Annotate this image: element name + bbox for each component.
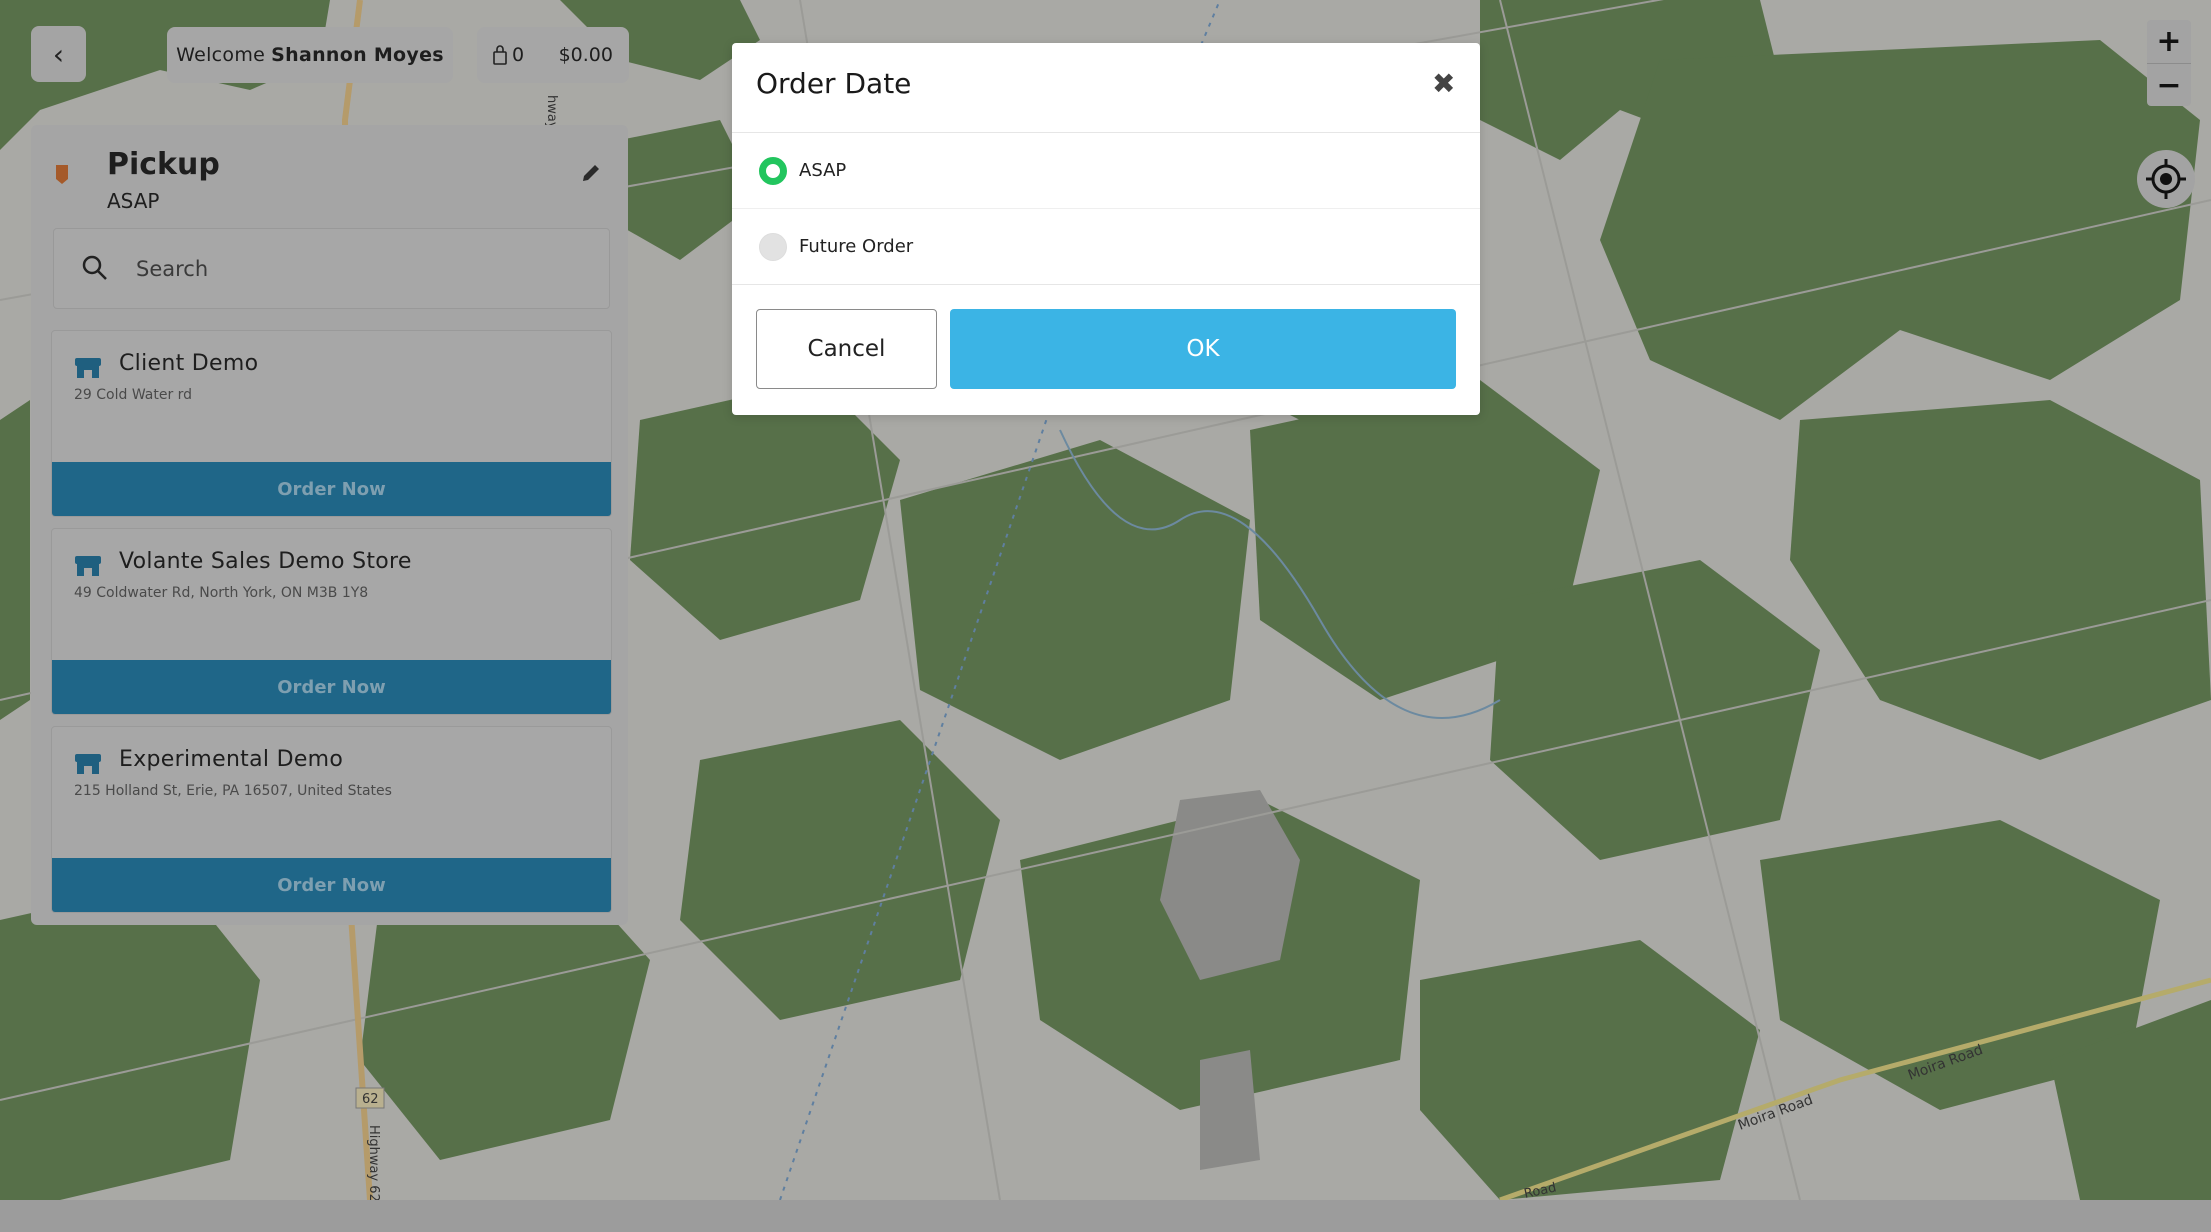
welcome-box: Welcome Shannon Moyes [167, 27, 453, 83]
store-icon [75, 556, 101, 576]
search-icon [82, 255, 107, 280]
order-now-button[interactable]: Order Now [52, 462, 611, 516]
close-icon[interactable]: ✖ [1432, 67, 1455, 100]
store-name: Experimental Demo [119, 747, 344, 772]
chevron-left-icon: ‹ [52, 37, 65, 71]
search-box[interactable] [53, 228, 610, 309]
highway-shield: 62 [362, 1092, 379, 1107]
cart-button[interactable]: 0 $0.00 [477, 27, 629, 83]
store-card[interactable]: Volante Sales Demo Store 49 Coldwater Rd… [51, 528, 612, 715]
search-input[interactable] [134, 245, 588, 293]
user-name: Shannon Moyes [271, 44, 444, 66]
back-button[interactable]: ‹ [31, 26, 86, 82]
dialog-footer: Cancel OK [732, 284, 1480, 416]
option-label: Future Order [799, 236, 914, 257]
store-icon [75, 358, 101, 378]
store-card[interactable]: Experimental Demo 215 Holland St, Erie, … [51, 726, 612, 913]
order-now-button[interactable]: Order Now [52, 660, 611, 714]
shopping-bag-icon [493, 45, 507, 65]
dialog-title: Order Date [756, 67, 912, 100]
store-address: 215 Holland St, Erie, PA 16507, United S… [74, 783, 392, 799]
order-now-button[interactable]: Order Now [52, 858, 611, 912]
radio-unselected[interactable] [759, 232, 787, 261]
crosshair-icon [2146, 159, 2186, 199]
pickup-time: ASAP [107, 189, 160, 213]
store-address: 49 Coldwater Rd, North York, ON M3B 1Y8 [74, 585, 369, 601]
locate-button[interactable] [2137, 150, 2195, 208]
pickup-title: Pickup [107, 147, 220, 182]
bottom-strip [0, 1200, 2211, 1232]
cancel-button[interactable]: Cancel [756, 309, 937, 389]
store-name: Client Demo [119, 351, 259, 376]
edit-icon[interactable] [579, 161, 603, 185]
road-label: Highway 62 [366, 1125, 381, 1200]
store-address: 29 Cold Water rd [74, 387, 193, 403]
store-icon [75, 754, 101, 774]
store-panel: Pickup ASAP Client Demo 29 Cold Water rd… [31, 125, 628, 925]
zoom-out-button[interactable]: − [2147, 64, 2191, 107]
store-name: Volante Sales Demo Store [119, 549, 412, 574]
cart-count: 0 [512, 44, 525, 66]
option-label: ASAP [799, 160, 847, 181]
store-card[interactable]: Client Demo 29 Cold Water rd Order Now [51, 330, 612, 517]
ok-button[interactable]: OK [950, 309, 1456, 389]
pickup-bag-icon [56, 165, 68, 184]
order-date-dialog: Order Date ✖ ASAP Future Order Cancel OK [732, 43, 1480, 415]
cart-total: $0.00 [558, 44, 613, 66]
welcome-prefix: Welcome [176, 44, 266, 66]
zoom-control: + − [2147, 20, 2191, 106]
radio-selected[interactable] [759, 156, 787, 185]
option-future-order[interactable]: Future Order [732, 209, 1480, 284]
dialog-header: Order Date ✖ [732, 43, 1480, 133]
option-asap[interactable]: ASAP [732, 133, 1480, 209]
zoom-in-button[interactable]: + [2147, 20, 2191, 64]
